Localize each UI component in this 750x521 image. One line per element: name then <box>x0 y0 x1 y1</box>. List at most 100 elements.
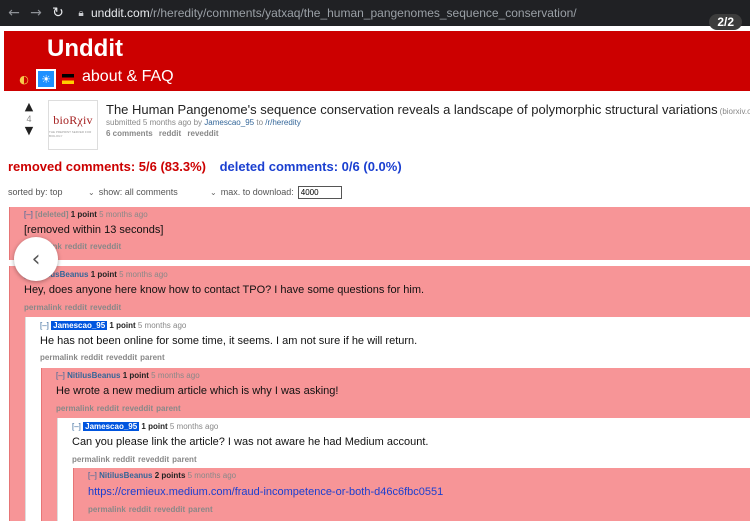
comment-author[interactable]: NitilusBeanus <box>99 471 152 480</box>
flag-icon[interactable] <box>62 74 74 84</box>
reveddit-link[interactable]: reveddit <box>122 404 153 413</box>
comment-points: 1 point <box>122 371 149 380</box>
lock-icon[interactable]: 🔒︎ <box>73 5 89 21</box>
reddit-link[interactable]: reddit <box>113 455 135 464</box>
about-faq-link[interactable]: about & FAQ <box>82 68 174 86</box>
comment-time: 5 months ago <box>99 210 148 219</box>
reveddit-link[interactable]: reveddit <box>90 242 121 251</box>
max-download-control: ⌄ max. to download: <box>210 185 342 199</box>
url-host: unddit.com <box>91 6 150 20</box>
site-header: Unddit ◐ ☀ about & FAQ <box>4 31 750 91</box>
comment-points: 1 point <box>90 270 117 279</box>
comment-time: 5 months ago <box>137 321 187 330</box>
post-reddit-link[interactable]: reddit <box>159 129 181 138</box>
parent-link[interactable]: parent <box>156 404 180 413</box>
comment-body: Hey, does anyone here know how to contac… <box>24 284 425 296</box>
collapse-toggle[interactable]: [–] <box>24 210 33 219</box>
comment-time: 5 months ago <box>151 371 200 380</box>
reload-icon[interactable]: ↻ <box>47 2 69 24</box>
reddit-link[interactable]: reddit <box>129 505 151 514</box>
comment-points: 2 points <box>154 471 186 480</box>
post-author-link[interactable]: Jamescao_95 <box>204 118 254 127</box>
chevron-down-icon: ⌄ <box>88 187 95 197</box>
comment-links: permalink reddit reveddit parent <box>88 505 216 514</box>
comment-time: 5 months ago <box>187 471 237 480</box>
reveddit-link[interactable]: reveddit <box>138 455 169 464</box>
reveddit-link[interactable]: reveddit <box>90 303 121 312</box>
post-title[interactable]: The Human Pangenome's sequence conservat… <box>106 102 750 117</box>
comment-author[interactable]: NitilusBeanus <box>67 371 120 380</box>
moon-icon[interactable]: ◐ <box>15 70 33 88</box>
comment-author[interactable]: [deleted] <box>35 210 68 219</box>
url-path: /r/heredity/comments/yatxaq/the_human_pa… <box>149 6 577 20</box>
subreddit-link[interactable]: /r/heredity <box>265 118 301 127</box>
site-title[interactable]: Unddit <box>47 35 123 63</box>
parent-link[interactable]: parent <box>188 505 212 514</box>
reveddit-link[interactable]: reveddit <box>106 353 137 362</box>
comment-body: He wrote a new medium article which is w… <box>56 385 339 397</box>
reddit-link[interactable]: reddit <box>81 353 103 362</box>
comment-time: 5 months ago <box>119 270 168 279</box>
collapse-toggle[interactable]: [–] <box>72 422 81 431</box>
vote-column: ▲ 4 ▼ <box>23 101 35 137</box>
reveddit-link[interactable]: reveddit <box>154 505 185 514</box>
comment-header: [–] NitilusBeanus 2 points 5 months ago <box>88 471 236 480</box>
collapse-toggle[interactable]: [–] <box>40 321 49 330</box>
comment-points: 1 point <box>109 321 136 330</box>
post-reveddit-link[interactable]: reveddit <box>187 129 218 138</box>
sort-dropdown[interactable]: sorted by: top <box>8 187 88 197</box>
post-thumbnail[interactable]: bioRχiv THE PREPRINT SERVER FOR BIOLOGY <box>48 100 98 150</box>
downvote-arrow-icon[interactable]: ▼ <box>23 125 35 137</box>
reddit-link[interactable]: reddit <box>65 242 87 251</box>
permalink-link[interactable]: permalink <box>40 353 78 362</box>
deleted-comments-stat[interactable]: deleted comments: 0/6 (0.0%) <box>220 159 402 174</box>
theme-switcher: ◐ ☀ <box>15 69 74 89</box>
upvote-arrow-icon[interactable]: ▲ <box>23 101 35 113</box>
comment-1: [–] NitilusBeanus 1 point 5 months ago H… <box>9 266 750 521</box>
address-bar[interactable]: unddit.com/r/heredity/comments/yatxaq/th… <box>91 6 577 20</box>
reddit-link[interactable]: reddit <box>97 404 119 413</box>
collapse-toggle[interactable]: [–] <box>56 371 65 380</box>
comment-header: [–] Jamescao_95 1 point 5 months ago <box>72 422 218 431</box>
comment-links: permalink reddit reveddit parent <box>56 404 184 413</box>
parent-link[interactable]: parent <box>140 353 164 362</box>
thumbnail-subtitle: THE PREPRINT SERVER FOR BIOLOGY <box>49 129 92 138</box>
forward-arrow-icon[interactable]: → <box>25 2 47 24</box>
medium-article-link[interactable]: https://cremieux.medium.com/fraud-incomp… <box>88 486 443 498</box>
collapse-toggle[interactable]: [–] <box>88 471 97 480</box>
max-download-input[interactable] <box>297 185 342 199</box>
post-title-text[interactable]: The Human Pangenome's sequence conservat… <box>106 102 718 117</box>
show-label: show: all comments <box>98 187 178 197</box>
comment-links: permalinkredditreveddit <box>24 303 124 312</box>
post-comments-link[interactable]: 6 comments <box>106 129 153 138</box>
sun-icon[interactable]: ☀ <box>36 69 56 89</box>
comment-0: [–] [deleted] 1 point 5 months ago [remo… <box>9 207 750 260</box>
comment-body: [removed within 13 seconds] <box>24 224 164 236</box>
back-arrow-icon[interactable]: ← <box>3 2 25 24</box>
comment-5: [–] NitilusBeanus 2 points 5 months ago … <box>73 468 750 521</box>
comment-points: 1 point <box>70 210 97 219</box>
comment-time: 5 months ago <box>169 422 219 431</box>
comment-links: permalink reddit reveddit parent <box>40 353 168 362</box>
permalink-link[interactable]: permalink <box>24 303 62 312</box>
post-links: 6 comments reddit reveddit <box>106 129 223 138</box>
permalink-link[interactable]: permalink <box>56 404 94 413</box>
permalink-link[interactable]: permalink <box>88 505 126 514</box>
comment-points: 1 point <box>141 422 168 431</box>
comment-controls: sorted by: top ⌄ show: all comments ⌄ max.… <box>8 184 342 200</box>
reddit-link[interactable]: reddit <box>65 303 87 312</box>
comment-stats: removed comments: 5/6 (83.3%) deleted co… <box>8 159 402 174</box>
parent-link[interactable]: parent <box>172 455 196 464</box>
browser-toolbar: ← → ↻ 🔒︎ unddit.com/r/heredity/comments/… <box>0 0 750 26</box>
sort-label: sorted by: top <box>8 187 63 197</box>
comment-body: https://cremieux.medium.com/fraud-incomp… <box>88 486 443 498</box>
back-chevron-icon[interactable]: ‹ <box>14 237 58 281</box>
comment-header: [–] Jamescao_95 1 point 5 months ago <box>40 321 186 330</box>
removed-comments-stat[interactable]: removed comments: 5/6 (83.3%) <box>8 159 206 174</box>
post-domain[interactable]: (biorxiv.org) <box>720 107 750 116</box>
comment-author[interactable]: Jamescao_95 <box>83 422 140 431</box>
show-dropdown[interactable]: ⌄ show: all comments <box>88 187 210 197</box>
comment-author[interactable]: Jamescao_95 <box>51 321 108 330</box>
comment-body: He has not been online for some time, it… <box>40 335 418 347</box>
permalink-link[interactable]: permalink <box>72 455 110 464</box>
